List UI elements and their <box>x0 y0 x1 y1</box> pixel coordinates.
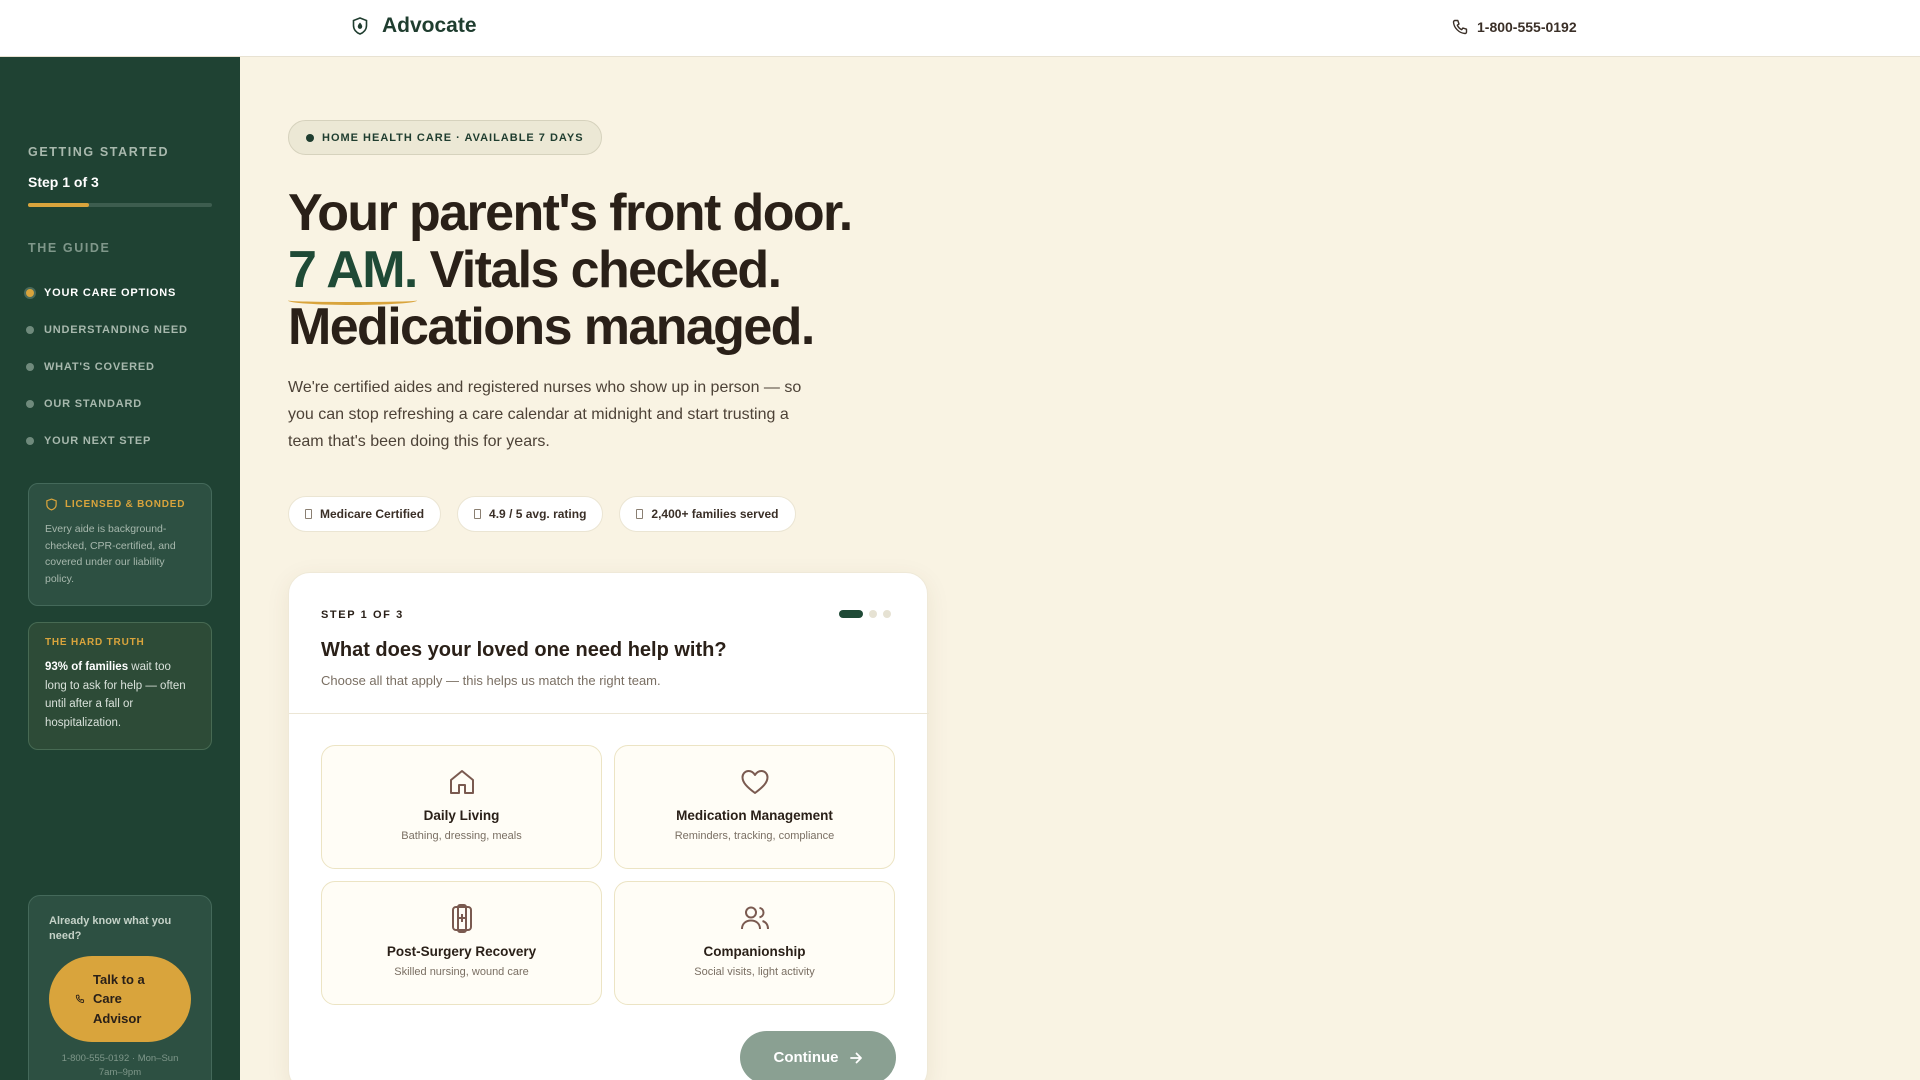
chip-families: 2,400+ families served <box>619 496 796 532</box>
divider <box>289 713 929 714</box>
progress-bar <box>28 203 212 207</box>
hard-truth-title: THE HARD TRUTH <box>45 637 145 648</box>
phone-number: 1-800-555-0192 <box>1477 19 1577 35</box>
medical-kit-icon <box>451 904 472 933</box>
shield-icon <box>352 17 368 35</box>
step-dots <box>839 610 891 618</box>
chip-label: Medicare Certified <box>320 507 425 521</box>
home-icon <box>449 770 474 794</box>
option-subtitle: Bathing, dressing, meals <box>401 830 522 842</box>
nav-dot <box>26 325 34 334</box>
nav-dot <box>26 362 34 371</box>
continue-button[interactable]: Continue <box>740 1031 896 1080</box>
nav-item-label: OUR STANDARD <box>44 397 143 410</box>
star-icon <box>474 509 482 519</box>
nav-item-whats-covered[interactable]: WHAT'S COVERED <box>26 348 226 385</box>
badge-dot <box>306 133 314 142</box>
getting-started-label: GETTING STARTED <box>28 145 170 159</box>
sidebar: GETTING STARTED Step 1 of 3 THE GUIDE YO… <box>0 57 240 1080</box>
form-step-label: STEP 1 OF 3 <box>321 609 404 621</box>
option-subtitle: Skilled nursing, wound care <box>394 966 529 978</box>
nav-item-label: UNDERSTANDING NEED <box>44 323 188 336</box>
phone-icon <box>1452 19 1468 35</box>
talk-to-advisor-button[interactable]: Talk to a Care Advisor <box>49 956 191 1042</box>
brand-name: Advocate <box>382 14 477 37</box>
headline-line-1: Your parent's front door. <box>288 184 853 242</box>
option-post-surgery-recovery[interactable]: Post-Surgery Recovery Skilled nursing, w… <box>321 881 602 1005</box>
licensed-header: LICENSED & BONDED <box>45 498 195 511</box>
care-advisor-card: Already know what you need? Talk to a Ca… <box>28 895 212 1080</box>
form-subtitle: Choose all that apply — this helps us ma… <box>321 673 661 688</box>
step-dot <box>869 610 877 618</box>
nav-dot <box>26 288 34 297</box>
advisor-question: Already know what you need? <box>49 915 172 942</box>
form-question: What does your loved one need help with? <box>321 639 727 661</box>
option-title: Companionship <box>703 944 806 959</box>
trust-chips: Medicare Certified 4.9 / 5 avg. rating 2… <box>288 496 796 532</box>
advisor-hours: 1-800-555-0192 · Mon–Sun 7am–9pm <box>61 1053 179 1078</box>
step-dot <box>883 610 891 618</box>
step-dot-active <box>839 610 863 618</box>
headline-line-3: Medications managed. <box>288 298 815 356</box>
advisor-button-label: Talk to a Care Advisor <box>93 971 145 1026</box>
nav-item-label: YOUR NEXT STEP <box>44 434 152 447</box>
option-subtitle: Reminders, tracking, compliance <box>674 830 835 842</box>
hard-truth-highlight: 93% of families <box>45 661 129 673</box>
shield-icon <box>46 498 57 511</box>
nav-item-label: WHAT'S COVERED <box>44 360 155 373</box>
chip-label: 2,400+ families served <box>651 507 779 521</box>
nav-item-understanding-need[interactable]: UNDERSTANDING NEED <box>26 311 226 348</box>
licensed-bonded-card: LICENSED & BONDED Every aide is backgrou… <box>28 483 212 606</box>
step-indicator: Step 1 of 3 <box>28 174 99 190</box>
headline-accent: 7 AM. <box>288 241 418 299</box>
header-phone-link[interactable]: 1-800-555-0192 <box>1451 18 1577 36</box>
phone-icon <box>75 994 85 1003</box>
nav-item-next-step[interactable]: YOUR NEXT STEP <box>26 422 226 459</box>
option-title: Medication Management <box>676 808 833 823</box>
hero-description: We're certified aides and registered nur… <box>288 379 802 450</box>
option-daily-living[interactable]: Daily Living Bathing, dressing, meals <box>321 745 602 869</box>
hard-truth-card: THE HARD TRUTH 93% of families wait too … <box>28 622 212 750</box>
option-companionship[interactable]: Companionship Social visits, light activ… <box>614 881 895 1005</box>
chip-rating: 4.9 / 5 avg. rating <box>457 496 604 532</box>
option-subtitle: Social visits, light activity <box>694 966 815 978</box>
licensed-title: LICENSED & BONDED <box>65 499 186 510</box>
option-title: Daily Living <box>423 808 500 823</box>
hard-truth-body: 93% of families wait too long to ask for… <box>45 658 195 732</box>
nav-item-our-standard[interactable]: OUR STANDARD <box>26 385 226 422</box>
chip-medicare: Medicare Certified <box>288 496 442 532</box>
hero-headline: Your parent's front door. 7 AM. Vitals c… <box>288 184 853 356</box>
licensed-body: Every aide is background-checked, CPR-ce… <box>45 523 176 585</box>
chip-label: 4.9 / 5 avg. rating <box>489 507 587 521</box>
top-bar: Advocate 1-800-555-0192 <box>0 0 1920 57</box>
progress-bar-fill <box>28 203 89 207</box>
headline-line-2: Vitals checked. <box>416 241 782 299</box>
arrow-right-icon <box>849 1052 862 1063</box>
guide-label: THE GUIDE <box>28 241 111 255</box>
badge-label: HOME HEALTH CARE · AVAILABLE 7 DAYS <box>322 131 584 144</box>
nav-item-care-options[interactable]: YOUR CARE OPTIONS <box>26 274 226 311</box>
option-title: Post-Surgery Recovery <box>386 944 537 959</box>
family-icon <box>636 509 644 519</box>
nav-dot <box>26 399 34 408</box>
heart-icon <box>741 770 768 794</box>
users-icon <box>740 906 769 930</box>
brand-logo[interactable]: Advocate <box>350 14 477 38</box>
option-medication-management[interactable]: Medication Management Reminders, trackin… <box>614 745 895 869</box>
service-badge: HOME HEALTH CARE · AVAILABLE 7 DAYS <box>288 120 602 155</box>
badge-icon <box>305 509 312 519</box>
continue-label: Continue <box>773 1049 839 1066</box>
care-needs-form: STEP 1 OF 3 What does your loved one nee… <box>288 572 929 1080</box>
guide-nav: YOUR CARE OPTIONS UNDERSTANDING NEED WHA… <box>26 274 226 459</box>
nav-dot <box>26 436 34 445</box>
nav-item-label: YOUR CARE OPTIONS <box>44 286 177 299</box>
